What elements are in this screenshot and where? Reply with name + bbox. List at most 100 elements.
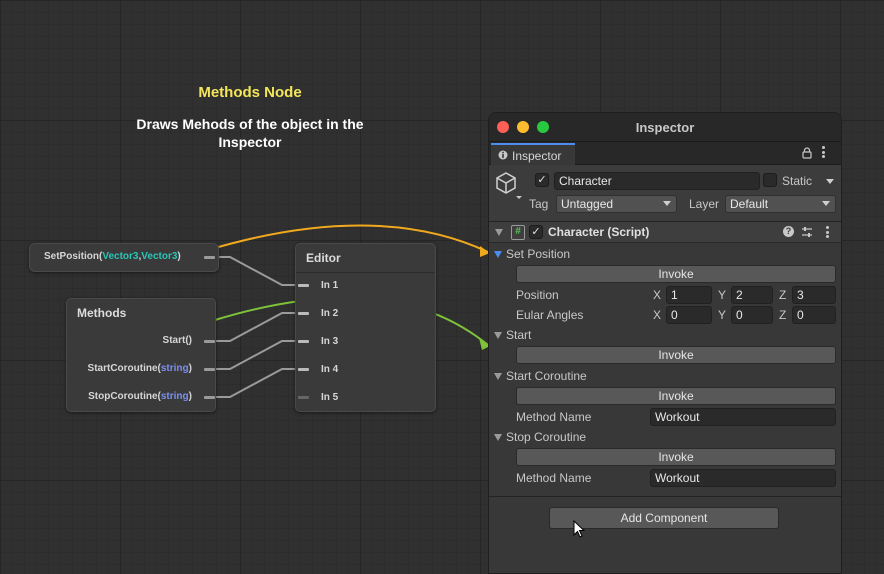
stop-coroutine-method-field[interactable]: Workout <box>650 469 836 487</box>
startcoroutine-name: StartCoroutine( <box>87 363 161 374</box>
position-z-label[interactable]: Z <box>779 288 786 302</box>
editor-in3-port[interactable] <box>298 340 309 343</box>
euler-x-label[interactable]: X <box>653 308 661 322</box>
editor-in5-port[interactable] <box>298 396 309 399</box>
euler-y-label[interactable]: Y <box>718 308 726 322</box>
start-foldout-icon[interactable] <box>494 332 502 339</box>
setposition-method-label: SetPosition(Vector3,Vector3) <box>44 251 181 262</box>
methods-startcoroutine-port[interactable] <box>204 368 215 371</box>
position-z-field[interactable]: 3 <box>792 286 836 304</box>
startcoroutine-arg-type: string <box>160 363 189 374</box>
methods-start-label: Start() <box>162 335 192 346</box>
inspector-tabbar: Inspector <box>489 142 841 165</box>
setposition-node[interactable]: SetPosition(Vector3,Vector3) <box>29 243 219 272</box>
methods-stopcoroutine-label: StopCoroutine(string) <box>88 391 192 402</box>
setposition-arg2-type: Vector3 <box>141 251 178 262</box>
start-invoke-button[interactable]: Invoke <box>516 346 836 364</box>
editor-in2-label: In 2 <box>321 308 339 319</box>
setposition-name: SetPosition <box>44 251 100 262</box>
euler-x-field[interactable]: 0 <box>666 306 712 324</box>
setposition-close-paren: ) <box>177 251 181 262</box>
tag-dropdown-value: Untagged <box>561 197 614 211</box>
chevron-down-icon <box>663 201 671 206</box>
editor-in1-port[interactable] <box>298 284 309 287</box>
editor-node-divider <box>296 272 435 273</box>
euler-angles-label: Eular Angles <box>516 308 584 322</box>
stopcoroutine-arg-type: string <box>160 391 189 402</box>
stop-coroutine-title[interactable]: Stop Coroutine <box>506 430 586 444</box>
window-title: Inspector <box>635 120 695 135</box>
static-dropdown-arrow-icon[interactable] <box>826 179 834 184</box>
help-icon[interactable]: ? <box>783 226 794 237</box>
editor-in4-port[interactable] <box>298 368 309 371</box>
more-options-icon[interactable] <box>822 146 825 158</box>
wire-stopcoroutine-in4 <box>214 368 298 398</box>
layer-dropdown-value: Default <box>730 197 769 211</box>
stop-coroutine-foldout-icon[interactable] <box>494 434 502 441</box>
editor-in3-label: In 3 <box>321 336 339 347</box>
start-coroutine-title[interactable]: Start Coroutine <box>506 369 587 383</box>
position-label: Position <box>516 288 559 302</box>
euler-z-field[interactable]: 0 <box>792 306 836 324</box>
position-x-field[interactable]: 1 <box>666 286 712 304</box>
tab-inspector-label: Inspector <box>512 149 562 163</box>
position-x-label[interactable]: X <box>653 288 661 302</box>
position-y-field[interactable]: 2 <box>731 286 773 304</box>
static-checkbox[interactable] <box>763 173 777 187</box>
position-y-label[interactable]: Y <box>718 288 726 302</box>
editor-in1-label: In 1 <box>321 280 339 291</box>
start-coroutine-method-label: Method Name <box>516 410 592 424</box>
euler-y-field[interactable]: 0 <box>731 306 773 324</box>
editor-node[interactable]: Editor In 1 In 2 In 3 In 4 In 5 <box>295 243 436 412</box>
tag-dropdown[interactable]: Untagged <box>556 195 677 213</box>
editor-in2-port[interactable] <box>298 312 309 315</box>
editor-in5-label: In 5 <box>321 392 339 403</box>
presets-icon[interactable] <box>801 226 813 238</box>
component-menu-icon[interactable] <box>826 226 829 238</box>
component-header[interactable]: # ✓ Character (Script) ? <box>489 222 841 243</box>
methods-node[interactable]: Methods Start() StartCoroutine(string) S… <box>66 298 216 412</box>
object-header: ✓ Character Static Tag Untagged Layer De… <box>489 165 841 222</box>
active-checkbox[interactable]: ✓ <box>535 173 549 187</box>
start-coroutine-method-field[interactable]: Workout <box>650 408 836 426</box>
tab-inspector[interactable]: Inspector <box>491 143 575 165</box>
script-hash-icon: # <box>511 225 525 240</box>
component-enabled-checkbox[interactable]: ✓ <box>529 225 543 239</box>
wire-startcoroutine-in3 <box>214 340 298 370</box>
set-position-foldout-icon[interactable] <box>494 251 502 258</box>
lock-icon[interactable] <box>802 147 812 159</box>
editor-in4-label: In 4 <box>321 364 339 375</box>
component-title: Character (Script) <box>548 225 650 239</box>
methods-stopcoroutine-port[interactable] <box>204 396 215 399</box>
set-position-invoke-button[interactable]: Invoke <box>516 265 836 283</box>
setposition-arg1-type: Vector3 <box>102 251 139 262</box>
info-icon <box>498 150 508 160</box>
chevron-down-icon <box>822 201 830 206</box>
start-coroutine-foldout-icon[interactable] <box>494 373 502 380</box>
stop-coroutine-invoke-button[interactable]: Invoke <box>516 448 836 466</box>
start-title[interactable]: Start <box>506 328 531 342</box>
inspector-window: Inspector Inspector ✓ Character Static T… <box>488 112 842 574</box>
methods-start-port[interactable] <box>204 340 215 343</box>
stopcoroutine-name: StopCoroutine( <box>88 391 161 402</box>
startcoroutine-close-paren: ) <box>188 363 192 374</box>
layer-dropdown[interactable]: Default <box>725 195 836 213</box>
stop-coroutine-method-label: Method Name <box>516 471 592 485</box>
start-coroutine-invoke-button[interactable]: Invoke <box>516 387 836 405</box>
methods-node-title: Methods <box>77 306 127 320</box>
tag-label: Tag <box>529 197 549 211</box>
stopcoroutine-close-paren: ) <box>188 391 192 402</box>
methods-startcoroutine-label: StartCoroutine(string) <box>88 363 192 374</box>
component-bottom-divider <box>489 496 841 497</box>
object-name-field[interactable]: Character <box>554 172 760 190</box>
euler-z-label[interactable]: Z <box>779 308 786 322</box>
editor-node-title: Editor <box>306 251 341 265</box>
static-label: Static <box>782 174 813 188</box>
setposition-output-port[interactable] <box>204 256 215 259</box>
set-position-title[interactable]: Set Position <box>506 247 570 261</box>
inspector-titlebar[interactable]: Inspector <box>489 113 841 142</box>
wire-setposition-in1 <box>214 256 298 286</box>
gameobject-cube-icon[interactable] <box>494 170 524 200</box>
layer-label: Layer <box>689 197 720 211</box>
component-foldout-icon[interactable] <box>495 229 503 236</box>
